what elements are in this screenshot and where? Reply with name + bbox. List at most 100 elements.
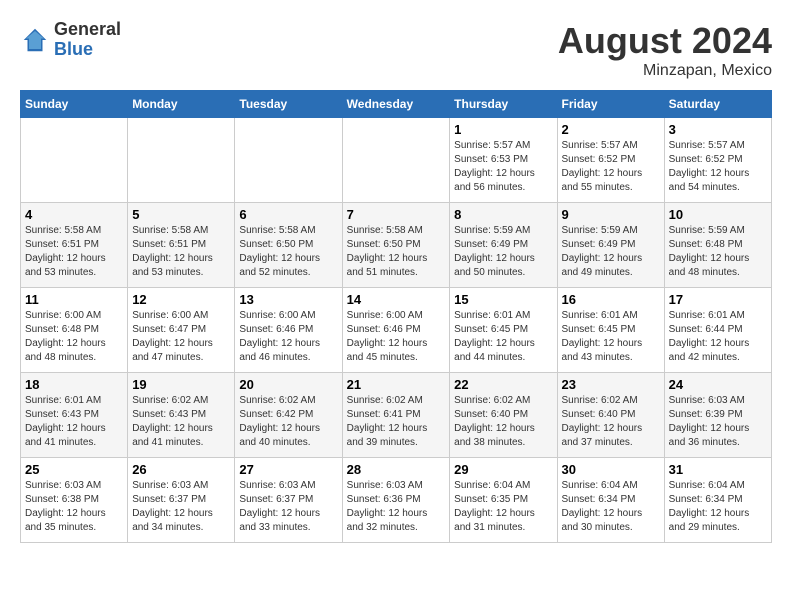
day-info: Sunrise: 5:58 AM Sunset: 6:51 PM Dayligh… xyxy=(25,224,123,280)
day-info: Sunrise: 6:00 AM Sunset: 6:47 PM Dayligh… xyxy=(132,309,230,365)
day-number: 24 xyxy=(669,377,767,392)
day-info: Sunrise: 6:03 AM Sunset: 6:37 PM Dayligh… xyxy=(132,479,230,535)
day-number: 17 xyxy=(669,292,767,307)
day-number: 3 xyxy=(669,122,767,137)
calendar-cell xyxy=(235,118,342,203)
calendar-cell: 28 Sunrise: 6:03 AM Sunset: 6:36 PM Dayli… xyxy=(342,458,450,543)
calendar-cell: 15 Sunrise: 6:01 AM Sunset: 6:45 PM Dayli… xyxy=(450,288,557,373)
day-info: Sunrise: 6:02 AM Sunset: 6:40 PM Dayligh… xyxy=(454,394,552,450)
day-number: 19 xyxy=(132,377,230,392)
day-number: 29 xyxy=(454,462,552,477)
calendar-week-row: 18 Sunrise: 6:01 AM Sunset: 6:43 PM Dayli… xyxy=(21,373,772,458)
calendar-cell: 20 Sunrise: 6:02 AM Sunset: 6:42 PM Dayli… xyxy=(235,373,342,458)
day-number: 18 xyxy=(25,377,123,392)
day-number: 26 xyxy=(132,462,230,477)
calendar-cell: 23 Sunrise: 6:02 AM Sunset: 6:40 PM Dayli… xyxy=(557,373,664,458)
day-number: 10 xyxy=(669,207,767,222)
logo-blue: Blue xyxy=(54,40,121,60)
day-info: Sunrise: 5:57 AM Sunset: 6:53 PM Dayligh… xyxy=(454,139,552,195)
day-number: 7 xyxy=(347,207,446,222)
logo-general: General xyxy=(54,20,121,40)
day-number: 14 xyxy=(347,292,446,307)
day-number: 22 xyxy=(454,377,552,392)
day-number: 12 xyxy=(132,292,230,307)
calendar-cell: 24 Sunrise: 6:03 AM Sunset: 6:39 PM Dayli… xyxy=(664,373,771,458)
day-number: 16 xyxy=(562,292,660,307)
day-info: Sunrise: 6:02 AM Sunset: 6:43 PM Dayligh… xyxy=(132,394,230,450)
calendar-cell: 31Sunrise: 6:04 AM Sunset: 6:34 PM Dayli… xyxy=(664,458,771,543)
day-info: Sunrise: 6:04 AM Sunset: 6:34 PM Dayligh… xyxy=(562,479,660,535)
logo: General Blue xyxy=(20,20,121,60)
day-info: Sunrise: 6:03 AM Sunset: 6:36 PM Dayligh… xyxy=(347,479,446,535)
day-info: Sunrise: 5:57 AM Sunset: 6:52 PM Dayligh… xyxy=(562,139,660,195)
calendar-header-friday: Friday xyxy=(557,91,664,118)
day-info: Sunrise: 6:00 AM Sunset: 6:48 PM Dayligh… xyxy=(25,309,123,365)
location-title: Minzapan, Mexico xyxy=(558,62,772,80)
day-number: 13 xyxy=(239,292,337,307)
calendar-header-sunday: Sunday xyxy=(21,91,128,118)
day-info: Sunrise: 6:03 AM Sunset: 6:37 PM Dayligh… xyxy=(239,479,337,535)
logo-text: General Blue xyxy=(54,20,121,60)
day-info: Sunrise: 6:01 AM Sunset: 6:45 PM Dayligh… xyxy=(562,309,660,365)
calendar-week-row: 1 Sunrise: 5:57 AM Sunset: 6:53 PM Daylig… xyxy=(21,118,772,203)
calendar-cell: 25 Sunrise: 6:03 AM Sunset: 6:38 PM Dayli… xyxy=(21,458,128,543)
day-info: Sunrise: 6:03 AM Sunset: 6:38 PM Dayligh… xyxy=(25,479,123,535)
day-number: 15 xyxy=(454,292,552,307)
day-info: Sunrise: 5:58 AM Sunset: 6:50 PM Dayligh… xyxy=(239,224,337,280)
day-number: 11 xyxy=(25,292,123,307)
calendar-cell: 30Sunrise: 6:04 AM Sunset: 6:34 PM Dayli… xyxy=(557,458,664,543)
day-number: 20 xyxy=(239,377,337,392)
day-number: 6 xyxy=(239,207,337,222)
calendar-cell: 5 Sunrise: 5:58 AM Sunset: 6:51 PM Daylig… xyxy=(128,203,235,288)
day-info: Sunrise: 6:01 AM Sunset: 6:43 PM Dayligh… xyxy=(25,394,123,450)
day-number: 25 xyxy=(25,462,123,477)
day-number: 27 xyxy=(239,462,337,477)
calendar-cell xyxy=(21,118,128,203)
day-info: Sunrise: 6:04 AM Sunset: 6:34 PM Dayligh… xyxy=(669,479,767,535)
calendar-cell: 2Sunrise: 5:57 AM Sunset: 6:52 PM Daylig… xyxy=(557,118,664,203)
day-info: Sunrise: 6:01 AM Sunset: 6:45 PM Dayligh… xyxy=(454,309,552,365)
day-info: Sunrise: 5:59 AM Sunset: 6:48 PM Dayligh… xyxy=(669,224,767,280)
calendar-header-wednesday: Wednesday xyxy=(342,91,450,118)
title-area: August 2024 Minzapan, Mexico xyxy=(558,20,772,80)
day-info: Sunrise: 5:59 AM Sunset: 6:49 PM Dayligh… xyxy=(562,224,660,280)
calendar-cell: 27 Sunrise: 6:03 AM Sunset: 6:37 PM Dayli… xyxy=(235,458,342,543)
month-year-title: August 2024 xyxy=(558,20,772,62)
day-number: 28 xyxy=(347,462,446,477)
day-number: 23 xyxy=(562,377,660,392)
calendar-header-saturday: Saturday xyxy=(664,91,771,118)
calendar-cell: 22 Sunrise: 6:02 AM Sunset: 6:40 PM Dayli… xyxy=(450,373,557,458)
day-info: Sunrise: 6:02 AM Sunset: 6:42 PM Dayligh… xyxy=(239,394,337,450)
calendar-cell xyxy=(342,118,450,203)
calendar-cell: 21Sunrise: 6:02 AM Sunset: 6:41 PM Dayli… xyxy=(342,373,450,458)
header: General Blue August 2024 Minzapan, Mexic… xyxy=(20,20,772,80)
day-number: 9 xyxy=(562,207,660,222)
calendar-table: SundayMondayTuesdayWednesdayThursdayFrid… xyxy=(20,90,772,543)
day-info: Sunrise: 6:01 AM Sunset: 6:44 PM Dayligh… xyxy=(669,309,767,365)
calendar-cell: 6 Sunrise: 5:58 AM Sunset: 6:50 PM Daylig… xyxy=(235,203,342,288)
calendar-cell: 8Sunrise: 5:59 AM Sunset: 6:49 PM Daylig… xyxy=(450,203,557,288)
day-number: 21 xyxy=(347,377,446,392)
calendar-header-tuesday: Tuesday xyxy=(235,91,342,118)
calendar-cell: 10 Sunrise: 5:59 AM Sunset: 6:48 PM Dayli… xyxy=(664,203,771,288)
day-info: Sunrise: 5:58 AM Sunset: 6:51 PM Dayligh… xyxy=(132,224,230,280)
day-info: Sunrise: 5:57 AM Sunset: 6:52 PM Dayligh… xyxy=(669,139,767,195)
day-info: Sunrise: 6:02 AM Sunset: 6:40 PM Dayligh… xyxy=(562,394,660,450)
calendar-cell: 26 Sunrise: 6:03 AM Sunset: 6:37 PM Dayli… xyxy=(128,458,235,543)
day-number: 5 xyxy=(132,207,230,222)
day-info: Sunrise: 6:03 AM Sunset: 6:39 PM Dayligh… xyxy=(669,394,767,450)
calendar-cell: 16 Sunrise: 6:01 AM Sunset: 6:45 PM Dayli… xyxy=(557,288,664,373)
day-number: 1 xyxy=(454,122,552,137)
calendar-cell xyxy=(128,118,235,203)
calendar-cell: 4 Sunrise: 5:58 AM Sunset: 6:51 PM Daylig… xyxy=(21,203,128,288)
day-number: 4 xyxy=(25,207,123,222)
calendar-cell: 7 Sunrise: 5:58 AM Sunset: 6:50 PM Daylig… xyxy=(342,203,450,288)
calendar-cell: 1 Sunrise: 5:57 AM Sunset: 6:53 PM Daylig… xyxy=(450,118,557,203)
day-number: 8 xyxy=(454,207,552,222)
calendar-cell: 3 Sunrise: 5:57 AM Sunset: 6:52 PM Daylig… xyxy=(664,118,771,203)
calendar-cell: 11 Sunrise: 6:00 AM Sunset: 6:48 PM Dayli… xyxy=(21,288,128,373)
calendar-cell: 18 Sunrise: 6:01 AM Sunset: 6:43 PM Dayli… xyxy=(21,373,128,458)
calendar-cell: 17 Sunrise: 6:01 AM Sunset: 6:44 PM Dayli… xyxy=(664,288,771,373)
day-info: Sunrise: 5:58 AM Sunset: 6:50 PM Dayligh… xyxy=(347,224,446,280)
calendar-cell: 9 Sunrise: 5:59 AM Sunset: 6:49 PM Daylig… xyxy=(557,203,664,288)
